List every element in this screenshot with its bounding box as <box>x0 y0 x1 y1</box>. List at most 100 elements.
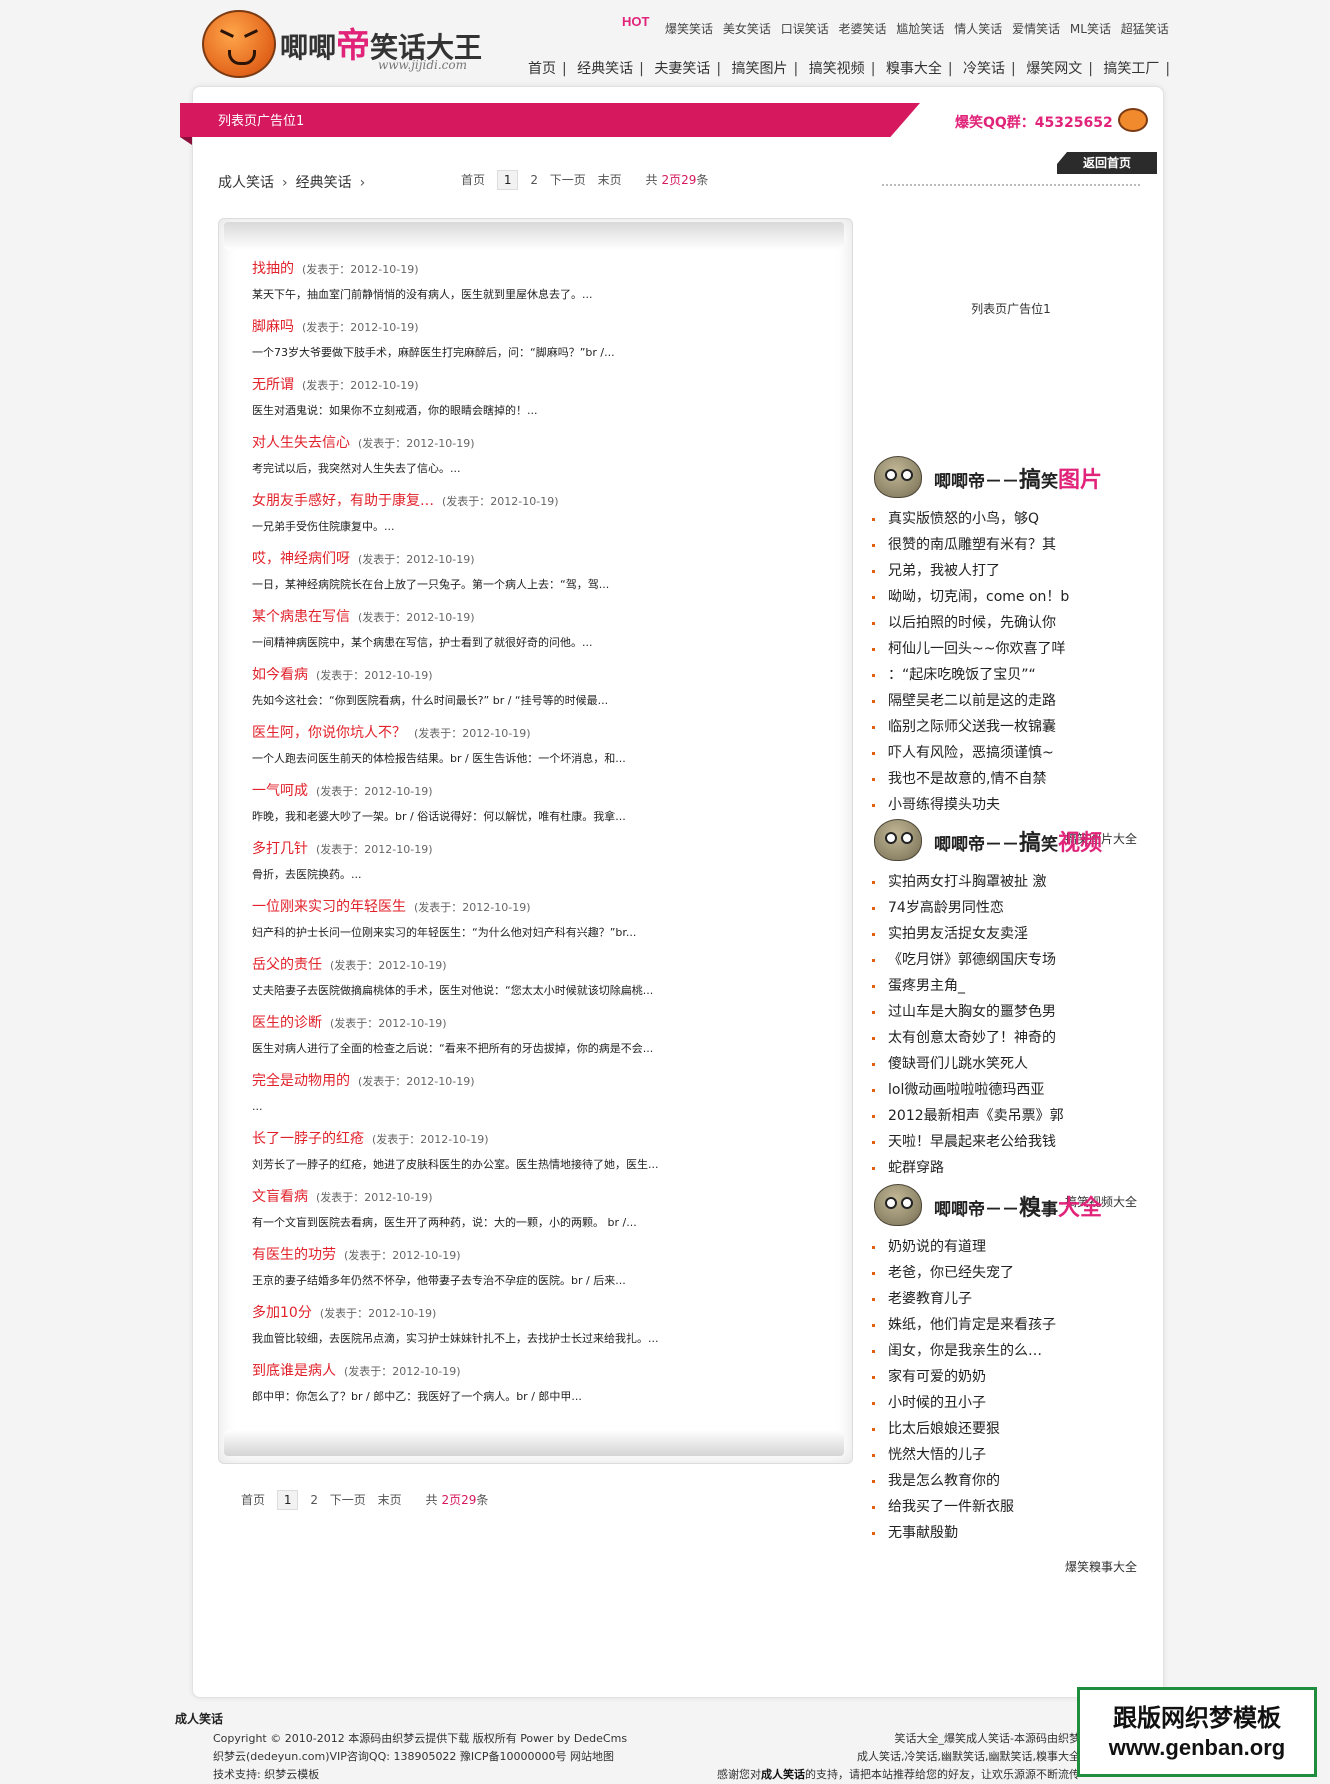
joke-date: (发表于：2012-10-19) <box>302 321 419 334</box>
sidebar-list-item[interactable]: 74岁高龄男同性恋 <box>870 895 1073 921</box>
joke-title-link[interactable]: 脚麻吗 <box>252 319 294 335</box>
pager-page-2[interactable]: 2 <box>310 1493 318 1507</box>
footer-site-name[interactable]: 成人笑话 <box>175 1710 223 1727</box>
sidebar-list-item[interactable]: 给我买了一件新衣服 <box>870 1494 1073 1520</box>
joke-title-link[interactable]: 找抽的 <box>252 261 294 277</box>
sidebar-list-item[interactable]: 呦呦，切克闹，come on！b <box>870 584 1073 610</box>
joke-title-link[interactable]: 文盲看病 <box>252 1189 308 1205</box>
sidebar-list-item[interactable]: lol微动画啦啦啦德玛西亚 <box>870 1077 1073 1103</box>
sidebar-more-link[interactable]: 爆笑糗事大全 <box>1065 1558 1137 1575</box>
nav-web-articles[interactable]: 爆笑网文 <box>1020 61 1088 77</box>
nav-funny-pics[interactable]: 搞笑图片 <box>726 61 794 77</box>
nav-cold-jokes[interactable]: 冷笑话 <box>957 61 1011 77</box>
ad-banner-label[interactable]: 列表页广告位1 <box>218 110 304 129</box>
joke-title-link[interactable]: 女朋友手感好，有助于康复… <box>252 493 434 509</box>
sidebar-list-item[interactable]: 老婆教育儿子 <box>870 1286 1073 1312</box>
hot-link[interactable]: 超猛笑话 <box>1121 22 1169 36</box>
sidebar-list-item[interactable]: 老爸，你已经失宠了 <box>870 1260 1073 1286</box>
sidebar-list-item[interactable]: 比太后娘娘还要狠 <box>870 1416 1073 1442</box>
sidebar-list-item[interactable]: ：“起床吃晚饭了宝贝”“ <box>870 662 1073 688</box>
nav-classic[interactable]: 经典笑话 <box>571 61 639 77</box>
joke-title-link[interactable]: 对人生失去信心 <box>252 435 350 451</box>
hot-link[interactable]: 尴尬笑话 <box>896 22 944 36</box>
sidebar-list-item[interactable]: 奶奶说的有道理 <box>870 1234 1073 1260</box>
joke-title-link[interactable]: 多加10分 <box>252 1305 312 1321</box>
sidebar-list-item[interactable]: 柯仙儿一回头~~你欢喜了咩 <box>870 636 1073 662</box>
joke-title-link[interactable]: 医生的诊断 <box>252 1015 322 1031</box>
sidebar-ad-label[interactable]: 列表页广告位1 <box>882 300 1140 317</box>
sidebar-list-item[interactable]: 实拍男友活捉女友卖淫 <box>870 921 1073 947</box>
joke-title-link[interactable]: 一气呵成 <box>252 783 308 799</box>
joke-title-link[interactable]: 如今看病 <box>252 667 308 683</box>
sidebar-list-item[interactable]: 吓人有风险，恶搞须谨慎~ <box>870 740 1073 766</box>
sidebar-list-item[interactable]: 临别之际师父送我一枚锦囊 <box>870 714 1073 740</box>
hot-link[interactable]: 老婆笑话 <box>839 22 887 36</box>
hot-link[interactable]: ML笑话 <box>1070 22 1111 36</box>
pager-current: 1 <box>496 170 519 190</box>
sidebar-list-item[interactable]: 蛋疼男主角_ <box>870 973 1073 999</box>
joke-title-link[interactable]: 某个病患在写信 <box>252 609 350 625</box>
site-logo[interactable]: 唧唧帝笑话大王 www.jijidi.com <box>198 8 488 82</box>
joke-title-link[interactable]: 完全是动物用的 <box>252 1073 350 1089</box>
joke-title-link[interactable]: 岳父的责任 <box>252 957 322 973</box>
bullet-icon <box>872 1324 875 1327</box>
joke-title-link[interactable]: 长了一脖子的红疮 <box>252 1131 364 1147</box>
sidebar-list-item[interactable]: 过山车是大胸女的噩梦色男 <box>870 999 1073 1025</box>
sidebar-list-item[interactable]: 我是怎么教育你的 <box>870 1468 1073 1494</box>
joke-summary: 某天下午，抽血室门前静悄悄的没有病人，医生就到里屋休息去了。... <box>252 288 593 301</box>
pager-next[interactable]: 下一页 <box>550 173 586 187</box>
pager-last[interactable]: 末页 <box>598 173 622 187</box>
sidebar-list-item[interactable]: 兄弟，我被人打了 <box>870 558 1073 584</box>
hot-link[interactable]: 爱情笑话 <box>1012 22 1060 36</box>
sidebar-list-item[interactable]: 以后拍照的时候，先确认你 <box>870 610 1073 636</box>
back-home-button[interactable]: 返回首页 <box>1057 152 1157 174</box>
nav-home[interactable]: 首页 <box>522 61 562 77</box>
breadcrumb-item[interactable]: 成人笑话 <box>218 175 274 191</box>
sidebar-list-item[interactable]: 我也不是故意的,情不自禁 <box>870 766 1073 792</box>
genban-watermark-badge[interactable]: 跟版网织梦模板 www.genban.org <box>1077 1687 1317 1777</box>
hot-link[interactable]: 情人笑话 <box>954 22 1002 36</box>
sidebar-list-item[interactable]: 《吃月饼》郭德纲国庆专场 <box>870 947 1073 973</box>
sidebar-list-item[interactable]: 无事献殷勤 <box>870 1520 1073 1546</box>
sidebar-list-item[interactable]: 蛇群穿路 <box>870 1155 1073 1181</box>
joke-summary: 一日，某神经病院院长在台上放了一只兔子。第一个病人上去：“驾，驾... <box>252 578 610 591</box>
sidebar-list-item[interactable]: 2012最新相声《卖吊票》郭 <box>870 1103 1073 1129</box>
joke-title-link[interactable]: 到底谁是病人 <box>252 1363 336 1379</box>
hot-link[interactable]: 口误笑话 <box>781 22 829 36</box>
sidebar-list-item[interactable]: 太有创意太奇妙了！神奇的 <box>870 1025 1073 1051</box>
nav-embarrassing[interactable]: 糗事大全 <box>880 61 948 77</box>
nav-factory[interactable]: 搞笑工厂 <box>1097 61 1165 77</box>
pager-next[interactable]: 下一页 <box>330 1493 366 1507</box>
pager-page-2[interactable]: 2 <box>530 173 538 187</box>
joke-title-row: 某个病患在写信 (发表于：2012-10-19) <box>252 607 722 634</box>
joke-list: 找抽的 (发表于：2012-10-19) 某天下午，抽血室门前静悄悄的没有病人，医生… <box>252 259 722 1419</box>
pager-items-unit: 条 <box>476 1493 489 1507</box>
sidebar-list-item[interactable]: 小时候的丑小子 <box>870 1390 1073 1416</box>
sidebar-list-item[interactable]: 真实版愤怒的小鸟，够Q <box>870 506 1073 532</box>
joke-title-link[interactable]: 医生阿，你说你坑人不？ <box>252 725 406 741</box>
sidebar-list-item[interactable]: 隔壁吴老二以前是这的走路 <box>870 688 1073 714</box>
sidebar-list-item[interactable]: 傻缺哥们儿跳水笑死人 <box>870 1051 1073 1077</box>
nav-couple[interactable]: 夫妻笑话 <box>648 61 716 77</box>
breadcrumb-item[interactable]: 经典笑话 <box>296 175 352 191</box>
pager-first[interactable]: 首页 <box>461 173 485 187</box>
joke-title-link[interactable]: 无所谓 <box>252 377 294 393</box>
joke-title-link[interactable]: 一位刚来实习的年轻医生 <box>252 899 406 915</box>
sidebar-list-item[interactable]: 很赞的南瓜雕塑有米有？其 <box>870 532 1073 558</box>
pager-last[interactable]: 末页 <box>378 1493 402 1507</box>
sidebar-list-item[interactable]: 家有可爱的奶奶 <box>870 1364 1073 1390</box>
nav-funny-videos[interactable]: 搞笑视频 <box>803 61 871 77</box>
sidebar-list-item[interactable]: 闺女，你是我亲生的么… <box>870 1338 1073 1364</box>
hot-link[interactable]: 爆笑笑话 <box>665 22 713 36</box>
joke-title-link[interactable]: 哎，神经病们呀 <box>252 551 350 567</box>
joke-title-link[interactable]: 有医生的功劳 <box>252 1247 336 1263</box>
sidebar-list-item[interactable]: 姝纸，他们肯定是来看孩子 <box>870 1312 1073 1338</box>
hot-link[interactable]: 美女笑话 <box>723 22 771 36</box>
bullet-icon <box>872 1532 875 1535</box>
sidebar-list-item[interactable]: 恍然大悟的儿子 <box>870 1442 1073 1468</box>
sidebar-list-item[interactable]: 实拍两女打斗胸罩被扯 激 <box>870 869 1073 895</box>
sidebar-list-item[interactable]: 天啦！早晨起来老公给我钱 <box>870 1129 1073 1155</box>
joke-title-link[interactable]: 多打几针 <box>252 841 308 857</box>
pager-first[interactable]: 首页 <box>241 1493 265 1507</box>
joke-title-row: 医生阿，你说你坑人不？ (发表于：2012-10-19) <box>252 723 722 750</box>
